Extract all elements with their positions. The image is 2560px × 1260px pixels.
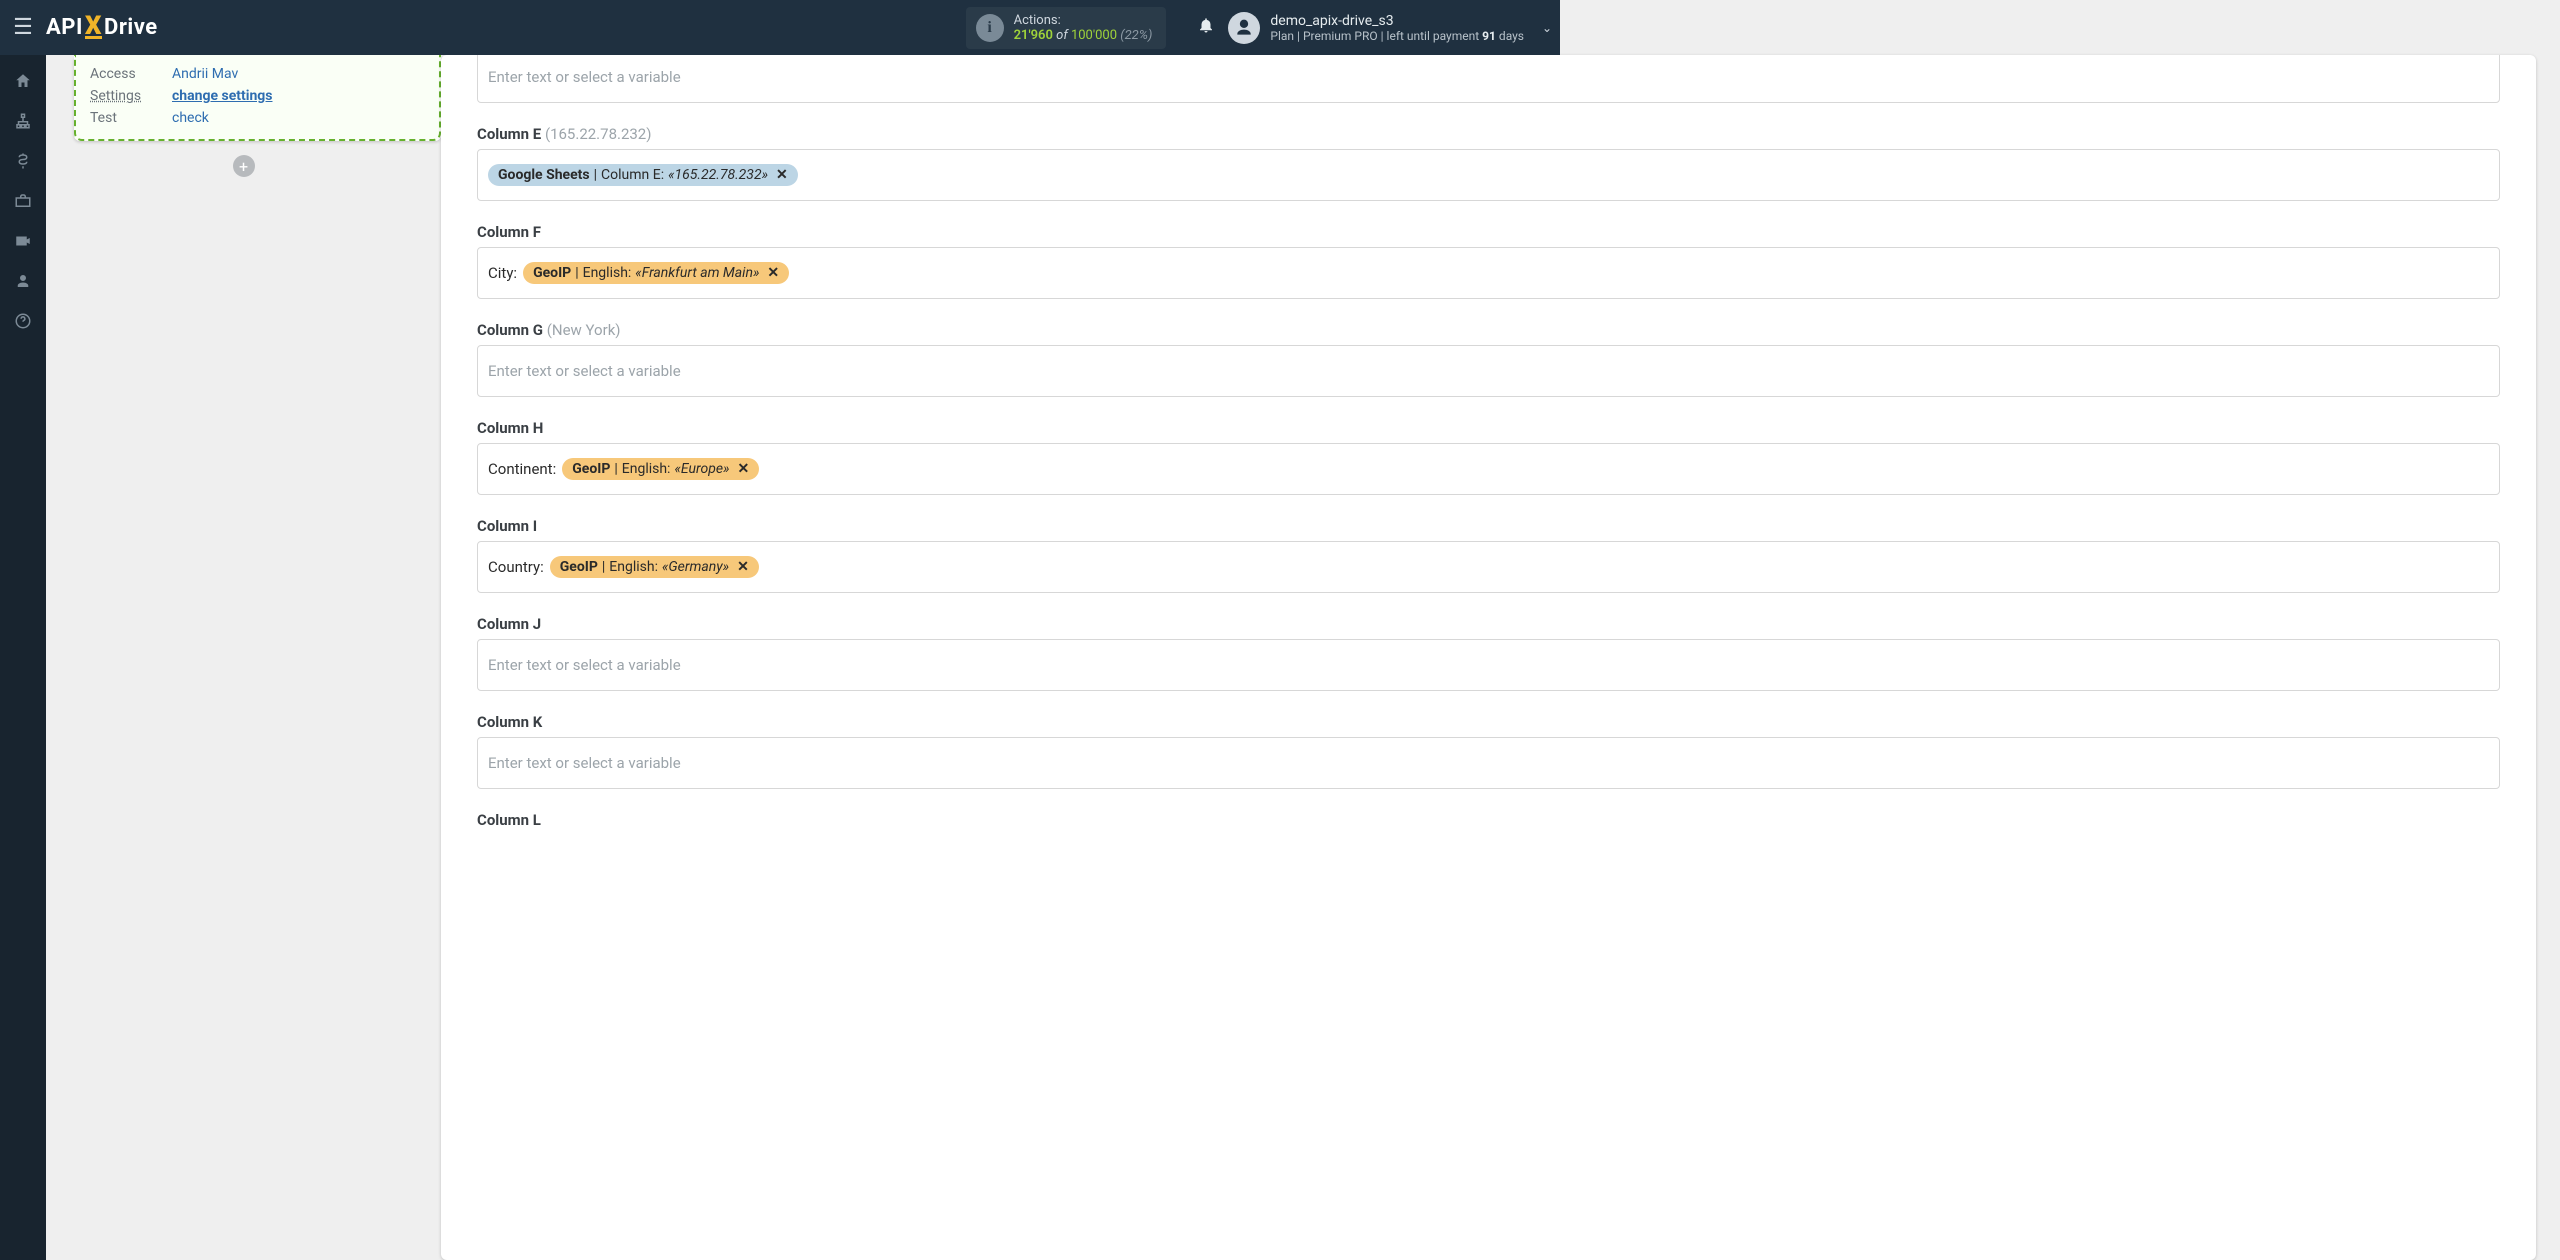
field-label: Column K — [477, 713, 2500, 731]
field-prefix: Country: — [488, 558, 544, 576]
field-input[interactable]: Continent: GeoIP | English: «Europe»✕ — [477, 443, 2500, 495]
rail-help-icon[interactable] — [0, 301, 46, 341]
notifications-bell-icon[interactable] — [1184, 16, 1228, 39]
field-K: Column K Enter text or select a variable — [477, 713, 2500, 789]
user-menu[interactable]: demo_apix-drive_s3 Plan | Premium PRO | … — [1228, 12, 1560, 44]
step-row: AccessAndrii Mav — [90, 63, 425, 85]
field-input[interactable]: Enter text or select a variable — [477, 639, 2500, 691]
user-name: demo_apix-drive_s3 — [1270, 13, 1524, 29]
step-card: AccessAndrii MavSettingschange settingsT… — [74, 55, 441, 141]
variable-chip[interactable]: GeoIP | English: «Germany»✕ — [550, 556, 759, 578]
rail-video-icon[interactable] — [0, 221, 46, 261]
field-input[interactable]: Google Sheets | Column E: «165.22.78.232… — [477, 149, 2500, 201]
user-plan: Plan | Premium PRO | left until payment … — [1270, 29, 1524, 43]
variable-chip[interactable]: Google Sheets | Column E: «165.22.78.232… — [488, 164, 798, 186]
step-row: Testcheck — [90, 107, 425, 129]
field-J: Column J Enter text or select a variable — [477, 615, 2500, 691]
placeholder-text: Enter text or select a variable — [488, 656, 681, 674]
field-L: Column L — [477, 811, 2500, 829]
step-row-label: Settings — [90, 85, 172, 107]
field-I: Column I Country: GeoIP | English: «German… — [477, 517, 2500, 593]
chip-remove-icon[interactable]: ✕ — [737, 559, 749, 575]
logo-left: API — [46, 15, 83, 40]
field-input[interactable]: City: GeoIP | English: «Frankfurt am Main… — [477, 247, 2500, 299]
field-prefix: City: — [488, 264, 517, 282]
field-input[interactable]: Enter text or select a variable — [477, 55, 2500, 103]
field-label: Column J — [477, 615, 2500, 633]
steps-sidepanel: AccessAndrii MavSettingschange settingsT… — [46, 55, 441, 1260]
field-input[interactable]: Country: GeoIP | English: «Germany»✕ — [477, 541, 2500, 593]
hamburger-icon[interactable]: ☰ — [0, 15, 46, 40]
rail-account-icon[interactable] — [0, 261, 46, 301]
variable-chip[interactable]: GeoIP | English: «Frankfurt am Main»✕ — [523, 262, 789, 284]
step-row-link[interactable]: change settings — [172, 88, 272, 104]
rail-connections-icon[interactable] — [0, 101, 46, 141]
rail-billing-icon[interactable] — [0, 141, 46, 181]
chevron-down-icon: ⌄ — [1542, 21, 1552, 35]
placeholder-text: Enter text or select a variable — [488, 68, 681, 86]
avatar-icon — [1228, 12, 1260, 44]
field-input[interactable]: Enter text or select a variable — [477, 345, 2500, 397]
actions-values: 21'960 of 100'000 (22%) — [1014, 28, 1153, 43]
actions-pct: (22%) — [1120, 28, 1152, 43]
add-step-button[interactable]: + — [233, 155, 255, 177]
actions-of: of — [1056, 28, 1068, 43]
field-E: Column E (165.22.78.232) Google Sheets | … — [477, 125, 2500, 201]
user-text: demo_apix-drive_s3 Plan | Premium PRO | … — [1270, 13, 1524, 43]
chip-remove-icon[interactable]: ✕ — [737, 461, 749, 477]
step-row-value: change settings — [172, 85, 272, 107]
actions-counter[interactable]: Actions: 21'960 of 100'000 (22%) — [966, 7, 1167, 49]
field-prefix: Continent: — [488, 460, 556, 478]
actions-total: 100'000 — [1071, 28, 1117, 43]
field-F: Column F City: GeoIP | English: «Frankfurt… — [477, 223, 2500, 299]
main-panel: Column D (15750000000)Enter text or sele… — [441, 55, 2536, 1260]
chip-remove-icon[interactable]: ✕ — [776, 167, 788, 183]
field-G: Column G (New York) Enter text or select … — [477, 321, 2500, 397]
step-row-link[interactable]: Andrii Mav — [172, 66, 238, 82]
field-label: Column H — [477, 419, 2500, 437]
logo-right: Drive — [104, 15, 158, 40]
step-row-label: Test — [90, 107, 172, 129]
step-row-value: Andrii Mav — [172, 63, 238, 85]
topbar: ☰ API X Drive Actions: 21'960 of 100'000… — [0, 0, 1560, 55]
step-row-label: Access — [90, 63, 172, 85]
logo[interactable]: API X Drive — [46, 15, 158, 40]
field-D: Column D (15750000000)Enter text or sele… — [477, 55, 2500, 103]
field-label: Column L — [477, 811, 2500, 829]
actions-used: 21'960 — [1014, 28, 1053, 43]
logo-x-icon: X — [85, 16, 102, 40]
field-H: Column H Continent: GeoIP | English: «Euro… — [477, 419, 2500, 495]
rail-home-icon[interactable] — [0, 61, 46, 101]
placeholder-text: Enter text or select a variable — [488, 754, 681, 772]
actions-title: Actions: — [1014, 13, 1153, 28]
rail-briefcase-icon[interactable] — [0, 181, 46, 221]
field-input[interactable]: Enter text or select a variable — [477, 737, 2500, 789]
step-row-link[interactable]: check — [172, 110, 209, 126]
info-icon — [976, 14, 1004, 42]
chip-remove-icon[interactable]: ✕ — [767, 265, 779, 281]
step-row: Settingschange settings — [90, 85, 425, 107]
left-rail — [0, 55, 46, 1260]
step-row-value: check — [172, 107, 209, 129]
placeholder-text: Enter text or select a variable — [488, 362, 681, 380]
variable-chip[interactable]: GeoIP | English: «Europe»✕ — [562, 458, 759, 480]
field-label: Column I — [477, 517, 2500, 535]
field-label: Column G (New York) — [477, 321, 2500, 339]
field-label: Column E (165.22.78.232) — [477, 125, 2500, 143]
field-label: Column F — [477, 223, 2500, 241]
